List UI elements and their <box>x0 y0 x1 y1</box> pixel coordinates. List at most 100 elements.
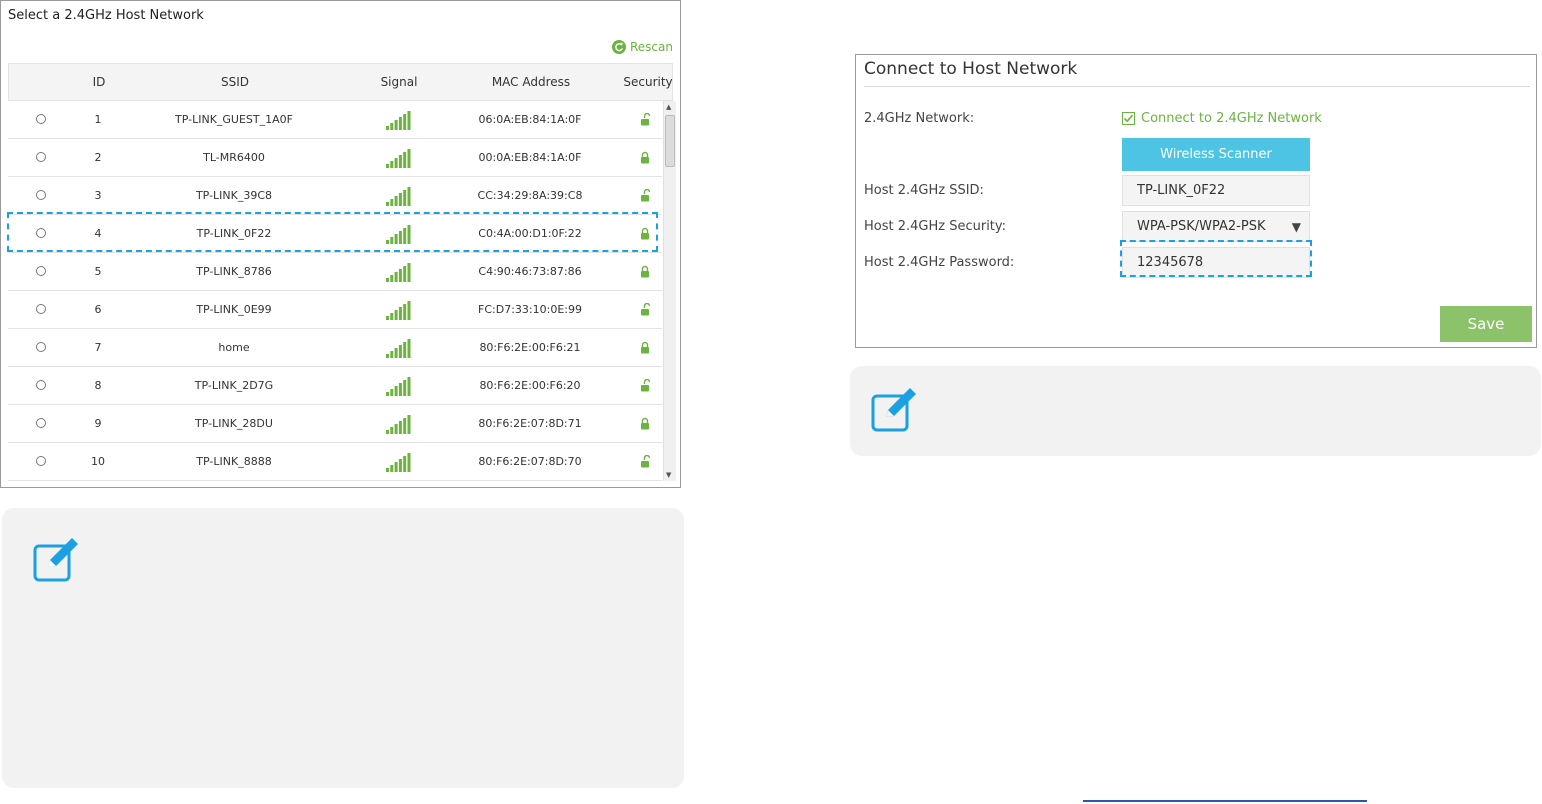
network-label: 2.4GHz Network: <box>864 111 975 126</box>
column-header-mac-address: MAC Address <box>491 75 571 89</box>
signal-bars-icon <box>386 187 411 206</box>
security-label: Host 2.4GHz Security: <box>864 219 1007 234</box>
network-mac-address: 06:0A:EB:84:1A:0F <box>478 113 582 126</box>
network-id: 2 <box>94 151 102 164</box>
scroll-down-arrow-icon[interactable]: ▼ <box>666 471 671 479</box>
network-id: 3 <box>94 189 102 202</box>
column-header-id: ID <box>92 75 106 89</box>
password-field[interactable]: 12345678 <box>1122 247 1310 278</box>
column-header-security: Security <box>623 75 673 89</box>
unlock-icon <box>641 113 650 126</box>
network-id: 9 <box>94 417 102 430</box>
signal-bars-icon <box>386 415 411 434</box>
connect-panel-title: Connect to Host Network <box>864 59 1078 79</box>
network-ssid: TP-LINK_0F22 <box>196 227 272 240</box>
unlock-icon <box>641 379 650 392</box>
network-list: 1 TP-LINK_GUEST_1A0F 06:0A:EB:84:1A:0F 2 TL-… <box>8 101 662 481</box>
network-mac-address: 80:F6:2E:00:F6:20 <box>479 379 581 392</box>
lock-icon <box>641 227 649 240</box>
signal-bars-icon <box>386 301 411 320</box>
rescan-button[interactable]: Rescan <box>612 38 673 56</box>
network-mac-address: CC:34:29:8A:39:C8 <box>477 189 583 202</box>
network-mac-address: 00:0A:EB:84:1A:0F <box>478 151 582 164</box>
refresh-icon <box>612 40 626 54</box>
security-select[interactable]: WPA-PSK/WPA2-PSK ▼ <box>1122 211 1310 242</box>
network-row[interactable]: 3 TP-LINK_39C8 CC:34:29:8A:39:C8 <box>8 177 662 215</box>
network-row[interactable]: 9 TP-LINK_28DU 80:F6:2E:07:8D:71 <box>8 405 662 443</box>
save-button[interactable]: Save <box>1440 306 1532 342</box>
signal-bars-icon <box>386 111 411 130</box>
list-scrollbar[interactable]: ▲ ▼ <box>663 101 676 481</box>
wireless-scanner-button[interactable]: Wireless Scanner <box>1122 138 1310 171</box>
ssid-field[interactable]: TP-LINK_0F22 <box>1122 175 1310 206</box>
unlock-icon <box>641 189 650 202</box>
signal-bars-icon <box>386 263 411 282</box>
network-ssid: home <box>218 341 250 354</box>
checkbox-checked-icon[interactable] <box>1122 112 1135 125</box>
column-header-signal: Signal <box>380 75 418 89</box>
signal-bars-icon <box>386 377 411 396</box>
lock-icon <box>641 265 649 278</box>
network-ssid: TP-LINK_0E99 <box>196 303 272 316</box>
connect-host-network-panel: Connect to Host Network 2.4GHz Network: … <box>855 54 1537 348</box>
lock-icon <box>641 151 649 164</box>
edit-note-icon <box>33 538 78 582</box>
title-divider <box>864 86 1530 87</box>
network-id: 6 <box>94 303 102 316</box>
select-network-radio[interactable] <box>36 380 46 390</box>
network-id: 4 <box>94 227 102 240</box>
network-row[interactable]: 10 TP-LINK_8888 80:F6:2E:07:8D:70 <box>8 443 662 481</box>
network-mac-address: 80:F6:2E:07:8D:70 <box>478 455 582 468</box>
link-underline <box>1083 800 1367 802</box>
network-ssid: TL-MR6400 <box>203 151 265 164</box>
signal-bars-icon <box>386 225 411 244</box>
password-label: Host 2.4GHz Password: <box>864 255 1015 270</box>
select-network-radio[interactable] <box>36 114 46 124</box>
unlock-icon <box>641 303 650 316</box>
network-ssid: TP-LINK_39C8 <box>195 189 273 202</box>
lock-icon <box>641 341 649 354</box>
select-network-radio[interactable] <box>36 152 46 162</box>
network-row[interactable]: 8 TP-LINK_2D7G 80:F6:2E:00:F6:20 <box>8 367 662 405</box>
lock-icon <box>641 417 649 430</box>
select-network-radio[interactable] <box>36 456 46 466</box>
network-row[interactable]: 7 home 80:F6:2E:00:F6:21 <box>8 329 662 367</box>
scroll-up-arrow-icon[interactable]: ▲ <box>666 103 671 111</box>
network-id: 7 <box>94 341 102 354</box>
signal-bars-icon <box>386 149 411 168</box>
network-id: 1 <box>94 113 102 126</box>
network-row[interactable]: 4 TP-LINK_0F22 C0:4A:00:D1:0F:22 <box>8 215 662 253</box>
column-header-ssid: SSID <box>220 75 250 89</box>
network-row[interactable]: 6 TP-LINK_0E99 FC:D7:33:10:0E:99 <box>8 291 662 329</box>
scrollbar-thumb[interactable] <box>665 115 675 167</box>
caret-down-icon: ▼ <box>1291 219 1301 234</box>
network-ssid: TP-LINK_28DU <box>195 417 273 430</box>
security-select-value: WPA-PSK/WPA2-PSK <box>1137 219 1266 234</box>
network-id: 10 <box>91 455 105 468</box>
note-box-right <box>850 366 1541 456</box>
host-network-scanner-panel: Select a 2.4GHz Host Network Rescan ID S… <box>0 0 681 488</box>
select-network-radio[interactable] <box>36 304 46 314</box>
network-row[interactable]: 1 TP-LINK_GUEST_1A0F 06:0A:EB:84:1A:0F <box>8 101 662 139</box>
network-ssid: TP-LINK_2D7G <box>194 379 274 392</box>
select-network-radio[interactable] <box>36 190 46 200</box>
network-row[interactable]: 5 TP-LINK_8786 C4:90:46:73:87:86 <box>8 253 662 291</box>
select-network-radio[interactable] <box>36 418 46 428</box>
network-row[interactable]: 2 TL-MR6400 00:0A:EB:84:1A:0F <box>8 139 662 177</box>
connect-network-label: Connect to 2.4GHz Network <box>1141 111 1322 126</box>
network-mac-address: 80:F6:2E:07:8D:71 <box>478 417 582 430</box>
edit-note-icon <box>871 388 916 432</box>
scanner-title: Select a 2.4GHz Host Network <box>8 8 204 23</box>
select-network-radio[interactable] <box>36 342 46 352</box>
network-ssid: TP-LINK_8786 <box>196 265 272 278</box>
ssid-label: Host 2.4GHz SSID: <box>864 183 984 198</box>
rescan-label: Rescan <box>630 40 673 54</box>
network-mac-address: FC:D7:33:10:0E:99 <box>478 303 582 316</box>
network-mac-address: C0:4A:00:D1:0F:22 <box>478 227 582 240</box>
select-network-radio[interactable] <box>36 266 46 276</box>
connect-network-checkbox[interactable]: Connect to 2.4GHz Network <box>1122 111 1322 126</box>
network-mac-address: C4:90:46:73:87:86 <box>478 265 582 278</box>
select-network-radio[interactable] <box>36 228 46 238</box>
note-box-left <box>2 508 684 788</box>
network-ssid: TP-LINK_8888 <box>196 455 272 468</box>
